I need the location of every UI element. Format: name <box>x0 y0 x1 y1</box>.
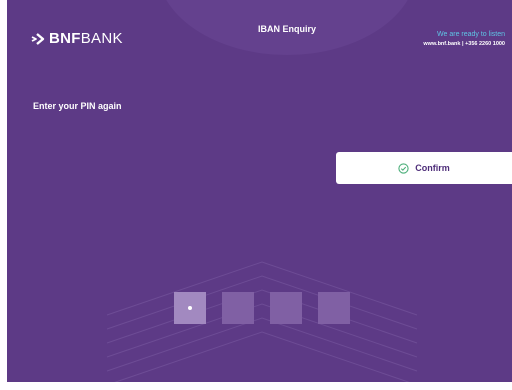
confirm-button[interactable]: Confirm <box>336 152 512 184</box>
pin-digit-box <box>318 292 350 324</box>
atm-screen: BNF BANK IBAN Enquiry We are ready to lis… <box>7 0 512 382</box>
chevron-pattern <box>106 261 418 382</box>
logo-text-bold: BNF <box>49 30 81 47</box>
pin-digit-box <box>222 292 254 324</box>
tagline: We are ready to listen <box>437 31 505 38</box>
bnf-bank-logo: BNF BANK <box>31 30 123 47</box>
pin-instruction: Enter your PIN again <box>33 101 122 111</box>
screen-title: IBAN Enquiry <box>257 24 316 34</box>
confirm-label: Confirm <box>415 163 450 173</box>
pin-digit-box <box>174 292 206 324</box>
check-circle-icon <box>398 162 409 174</box>
logo-text-light: BANK <box>80 30 123 47</box>
bnf-arrow-mark-icon <box>31 32 45 45</box>
contact-line: www.bnf.bank | +356 2260 1000 <box>423 41 505 47</box>
pin-digit-box <box>270 292 302 324</box>
pin-dot <box>188 306 192 310</box>
contact-info: We are ready to listen www.bnf.bank | +3… <box>423 31 505 47</box>
pin-entry[interactable] <box>174 292 366 324</box>
